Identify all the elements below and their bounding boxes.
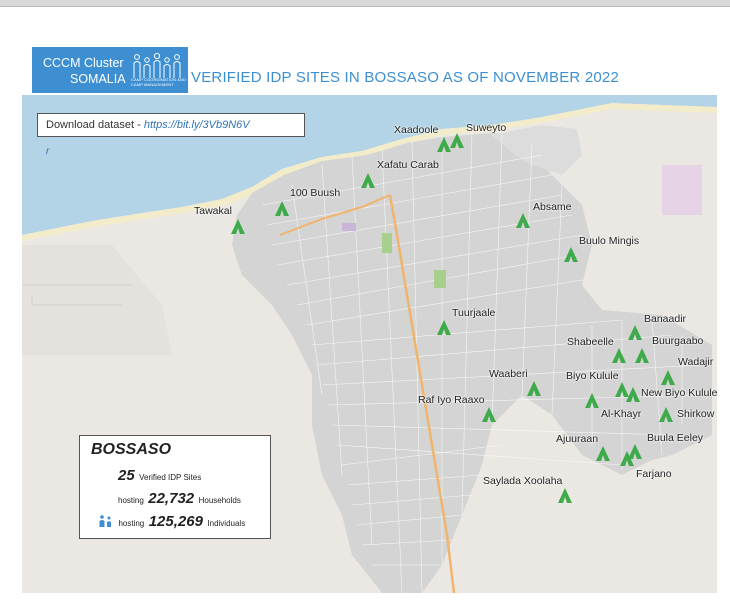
households-value: 22,732 bbox=[148, 490, 195, 507]
individuals-prefix: hosting bbox=[118, 519, 145, 528]
households-prefix: hosting bbox=[118, 496, 144, 505]
people-icon bbox=[99, 515, 111, 527]
tent-icon[interactable] bbox=[482, 407, 496, 422]
sites-value: 25 bbox=[118, 467, 135, 484]
summary-city: BOSSASO bbox=[91, 441, 172, 458]
tent-icon[interactable] bbox=[361, 173, 375, 188]
place-xafatu-carab: Xafatu Carab bbox=[377, 159, 439, 171]
place-al-khayr: Al-Khayr bbox=[601, 408, 642, 420]
place-absame: Absame bbox=[533, 201, 572, 213]
tent-icon[interactable] bbox=[450, 133, 464, 148]
tent-icon[interactable] bbox=[231, 219, 245, 234]
tent-icon[interactable] bbox=[564, 247, 578, 262]
place-suweyto: Suweyto bbox=[466, 122, 507, 134]
place-100-buush: 100 Buush bbox=[290, 187, 341, 199]
tent-icon[interactable] bbox=[659, 407, 673, 422]
individuals-row: hosting 125,269 Individuals bbox=[98, 513, 245, 531]
tent-icon[interactable] bbox=[527, 381, 541, 396]
tent-icon[interactable] bbox=[596, 446, 610, 461]
place-farjano: Farjano bbox=[636, 468, 672, 480]
place-new-biyo-kulule: New Biyo Kulule bbox=[641, 387, 718, 399]
individuals-value: 125,269 bbox=[148, 513, 203, 530]
top-bar bbox=[0, 0, 730, 7]
households-row: hosting 22,732 Households bbox=[118, 490, 241, 508]
cluster-name: CCCM Cluster bbox=[43, 56, 124, 70]
page-title: VERIFIED IDP SITES IN BOSSASO AS OF NOVE… bbox=[191, 69, 619, 86]
individuals-label: Individuals bbox=[207, 519, 246, 528]
download-trailing-char: r bbox=[46, 146, 50, 157]
download-dataset-box: Download dataset - https://bit.ly/3Vb9N6… bbox=[37, 113, 305, 137]
households-label: Households bbox=[198, 496, 241, 505]
place-buurgaabo: Buurgaabo bbox=[652, 335, 704, 347]
tent-icon[interactable] bbox=[635, 348, 649, 363]
tent-icon[interactable] bbox=[558, 488, 572, 503]
download-label: Download dataset - bbox=[46, 119, 144, 131]
tent-icon[interactable] bbox=[628, 325, 642, 340]
place-wadajir: Wadajir bbox=[678, 356, 714, 368]
sites-label: Verified IDP Sites bbox=[139, 473, 202, 482]
tent-icon[interactable] bbox=[612, 348, 626, 363]
cccm-cluster-logo: CCCM Cluster SOMALIA CAMP COORDINATION A… bbox=[32, 47, 188, 93]
place-waaberi: Waaberi bbox=[489, 368, 528, 380]
place-banaadir: Banaadir bbox=[644, 313, 687, 325]
place-raf-iyo-raaxo: Raf Iyo Raaxo bbox=[418, 394, 485, 406]
place-tuurjaale: Tuurjaale bbox=[452, 307, 496, 319]
summary-box: BOSSASO 25 Verified IDP Sites hosting 22… bbox=[79, 435, 271, 539]
place-ajuuraan: Ajuuraan bbox=[556, 433, 599, 445]
cluster-subtitle: CAMP COORDINATION AND CAMP MANAGEMENT bbox=[131, 77, 186, 87]
people-silhouette-icon bbox=[133, 52, 181, 78]
tent-icon[interactable] bbox=[437, 320, 451, 335]
tent-icon[interactable] bbox=[516, 213, 530, 228]
place-shabeelle: Shabeelle bbox=[567, 336, 614, 348]
tent-icon[interactable] bbox=[661, 370, 675, 385]
tent-icon[interactable] bbox=[437, 137, 451, 152]
sites-row: 25 Verified IDP Sites bbox=[118, 467, 201, 485]
place-xaadoole: Xaadoole bbox=[394, 124, 439, 136]
place-shirkow: Shirkow bbox=[677, 408, 715, 420]
tent-icon[interactable] bbox=[626, 387, 640, 402]
download-link[interactable]: https://bit.ly/3Vb9N6V bbox=[144, 119, 250, 131]
tent-icon[interactable] bbox=[585, 393, 599, 408]
cluster-country: SOMALIA bbox=[70, 72, 126, 86]
place-buula-eeley: Buula Eeley bbox=[647, 432, 704, 444]
place-biyo-kulule: Biyo Kulule bbox=[566, 370, 619, 382]
place-buulo-mingis: Buulo Mingis bbox=[579, 235, 640, 247]
place-tawakal: Tawakal bbox=[194, 205, 232, 217]
tent-icon[interactable] bbox=[620, 451, 634, 466]
tent-icon[interactable] bbox=[275, 201, 289, 216]
place-saylada-xoolaha: Saylada Xoolaha bbox=[483, 475, 563, 487]
